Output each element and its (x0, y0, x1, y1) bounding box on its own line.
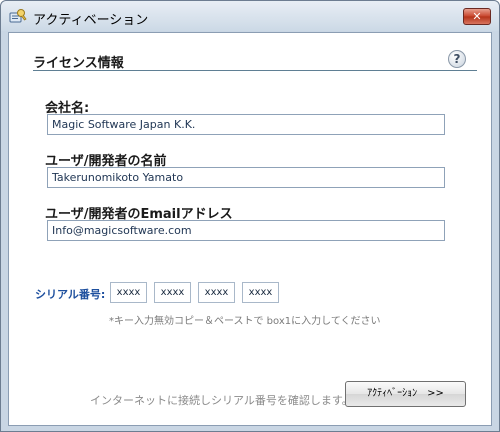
app-key-icon (9, 9, 27, 23)
user-email-input[interactable]: Info@magicsoftware.com (47, 220, 445, 241)
company-name-input[interactable]: Magic Software Japan K.K. (47, 114, 445, 135)
online-confirm-text: インターネットに接続しシリアル番号を確認します。 (90, 394, 353, 407)
close-button[interactable]: ✕ (463, 8, 491, 25)
serial-number-label: シリアル番号: (35, 288, 106, 301)
content-panel: ライセンス情報 ? 会社名: Magic Software Japan K.K.… (8, 32, 492, 426)
activate-button[interactable]: ｱｸﾃｨﾍﾞｰｼｮﾝ >> (345, 381, 466, 407)
section-divider (33, 70, 477, 71)
serial-box-1[interactable]: xxxx (110, 282, 147, 303)
activation-window: アクティベーション ✕ ライセンス情報 ? 会社名: Magic Softwar… (0, 0, 500, 432)
title-bar[interactable]: アクティベーション ✕ (1, 1, 499, 31)
serial-input-note: *キー入力無効コピー＆ペーストで box1に入力してください (109, 316, 381, 327)
serial-box-4[interactable]: xxxx (242, 282, 279, 303)
section-title: ライセンス情報 (33, 56, 124, 71)
help-icon[interactable]: ? (448, 50, 466, 68)
serial-box-3[interactable]: xxxx (198, 282, 235, 303)
serial-box-2[interactable]: xxxx (154, 282, 191, 303)
window-title: アクティベーション (33, 13, 149, 28)
user-name-input[interactable]: Takerunomikoto Yamato (47, 167, 445, 188)
